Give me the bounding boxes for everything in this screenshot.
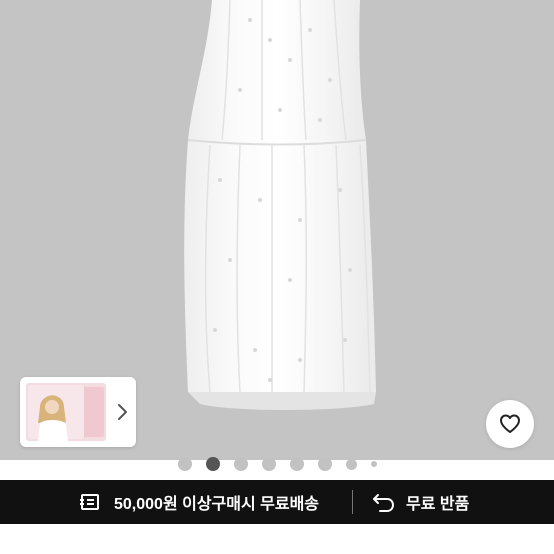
model-thumbnail <box>26 383 106 441</box>
free-shipping-text: 50,000원 이상구매시 무료배송 <box>114 496 320 513</box>
free-return-info: 무료 반품 <box>372 480 469 524</box>
carousel-dot[interactable] <box>370 461 377 467</box>
return-arrow-icon <box>373 494 395 512</box>
banner-divider <box>352 490 353 514</box>
wishlist-button[interactable] <box>486 400 534 448</box>
chevron-right-icon[interactable] <box>112 400 132 424</box>
carousel-dot[interactable] <box>233 457 248 471</box>
carousel-indicators <box>0 456 554 472</box>
carousel-dot[interactable] <box>261 457 276 471</box>
carousel-dot[interactable] <box>317 457 332 471</box>
carousel-dot-active[interactable] <box>205 457 220 471</box>
free-shipping-info: 50,000원 이상구매시 무료배송 <box>80 480 319 524</box>
heart-outline-icon <box>500 414 520 433</box>
benefits-banner: 50,000원 이상구매시 무료배송 무료 반품 <box>0 480 554 524</box>
carousel-dot[interactable] <box>345 458 357 470</box>
delivery-truck-icon <box>80 494 99 510</box>
carousel-dot[interactable] <box>177 457 192 471</box>
carousel-dot[interactable] <box>289 457 304 471</box>
free-return-text: 무료 반품 <box>406 496 470 513</box>
